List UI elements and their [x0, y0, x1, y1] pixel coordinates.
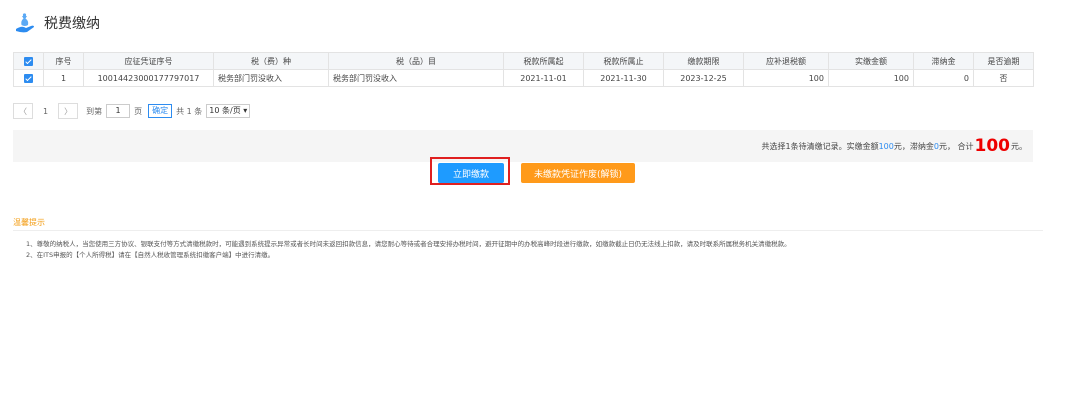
cell-period-end: 2021-11-30 — [583, 69, 664, 87]
page-unit-label: 页 — [134, 106, 143, 116]
cell-seq: 1 — [43, 69, 84, 87]
cell-period-start: 2021-11-01 — [503, 69, 584, 87]
money-bag-icon — [14, 12, 36, 34]
summary-mid1: 元，滞纳金 — [893, 141, 934, 151]
select-all-checkbox[interactable] — [13, 52, 44, 70]
page-title: 税费缴纳 — [44, 16, 100, 32]
tax-table: 序号 应征凭证序号 税（费）种 税（品）目 税款所属起 税款所属止 缴款期限 应… — [13, 52, 1034, 87]
summary-mid2: 元， 合计 — [938, 141, 974, 151]
goto-page-input[interactable]: 1 — [106, 104, 131, 118]
prev-page-button[interactable]: 〈 — [13, 103, 33, 119]
goto-confirm-button[interactable]: 确定 — [148, 104, 173, 118]
column-header: 税款所属起 — [503, 52, 584, 70]
checkbox-checked-icon — [24, 56, 33, 66]
total-count: 共 1 条 — [176, 106, 203, 116]
row-checkbox[interactable] — [13, 69, 44, 87]
checkbox-checked-icon — [24, 73, 33, 83]
summary-suffix: 元。 — [1011, 141, 1027, 151]
column-header: 税（费）种 — [213, 52, 329, 70]
tips-title: 温馨提示 — [13, 218, 45, 227]
cell-amount-paid: 100 — [828, 69, 914, 87]
column-header: 缴款期限 — [663, 52, 744, 70]
pagination: 〈 1 〉 到第 1 页 确定 共 1 条 10 条/页 ▾ — [13, 103, 251, 119]
column-header: 应征凭证序号 — [83, 52, 214, 70]
table-row[interactable]: 1 10014423000177797017 税务部门罚没收入 税务部门罚没收入… — [13, 69, 1034, 87]
column-header: 税款所属止 — [583, 52, 664, 70]
cell-overdue: 否 — [973, 69, 1034, 87]
cell-amount-due: 100 — [743, 69, 829, 87]
tip-item: 2、在ITS申报的【个人所得税】请在【自然人税收管理系统扣缴客户端】中进行清缴。 — [26, 251, 275, 259]
page-number[interactable]: 1 — [43, 107, 48, 116]
column-header: 实缴金额 — [828, 52, 914, 70]
cell-voucher: 10014423000177797017 — [83, 69, 214, 87]
cell-deadline: 2023-12-25 — [663, 69, 744, 87]
column-header: 滞纳金 — [913, 52, 974, 70]
column-header: 序号 — [43, 52, 84, 70]
column-header: 是否逾期 — [973, 52, 1034, 70]
summary-paid: 100 — [878, 141, 894, 151]
next-page-button[interactable]: 〉 — [58, 103, 79, 119]
cell-tax-type: 税务部门罚没收入 — [213, 69, 329, 87]
column-header: 应补退税额 — [743, 52, 829, 70]
cell-late-fee: 0 — [913, 69, 974, 87]
tip-item: 1、尊敬的纳税人，当您使用三方协议、银联支付等方式清缴税款时，可能遇到系统提示异… — [26, 240, 791, 248]
cell-tax-item: 税务部门罚没收入 — [328, 69, 504, 87]
page-header: 税费缴纳 — [14, 10, 100, 36]
pay-now-button[interactable]: 立即缴款 — [438, 163, 504, 183]
summary-bar: 共选择1条待清缴记录。实缴金额 100 元，滞纳金 0 元， 合计 100 元。 — [13, 130, 1033, 162]
goto-label: 到第 — [86, 106, 103, 116]
tips-divider — [13, 230, 1043, 231]
summary-prefix: 共选择1条待清缴记录。实缴金额 — [761, 141, 879, 151]
column-header: 税（品）目 — [328, 52, 504, 70]
table-header-row: 序号 应征凭证序号 税（费）种 税（品）目 税款所属起 税款所属止 缴款期限 应… — [13, 52, 1034, 70]
summary-total: 100 — [974, 136, 1011, 156]
void-voucher-button[interactable]: 未缴款凭证作废(解锁) — [521, 163, 635, 183]
page-size-select[interactable]: 10 条/页 ▾ — [206, 104, 251, 118]
